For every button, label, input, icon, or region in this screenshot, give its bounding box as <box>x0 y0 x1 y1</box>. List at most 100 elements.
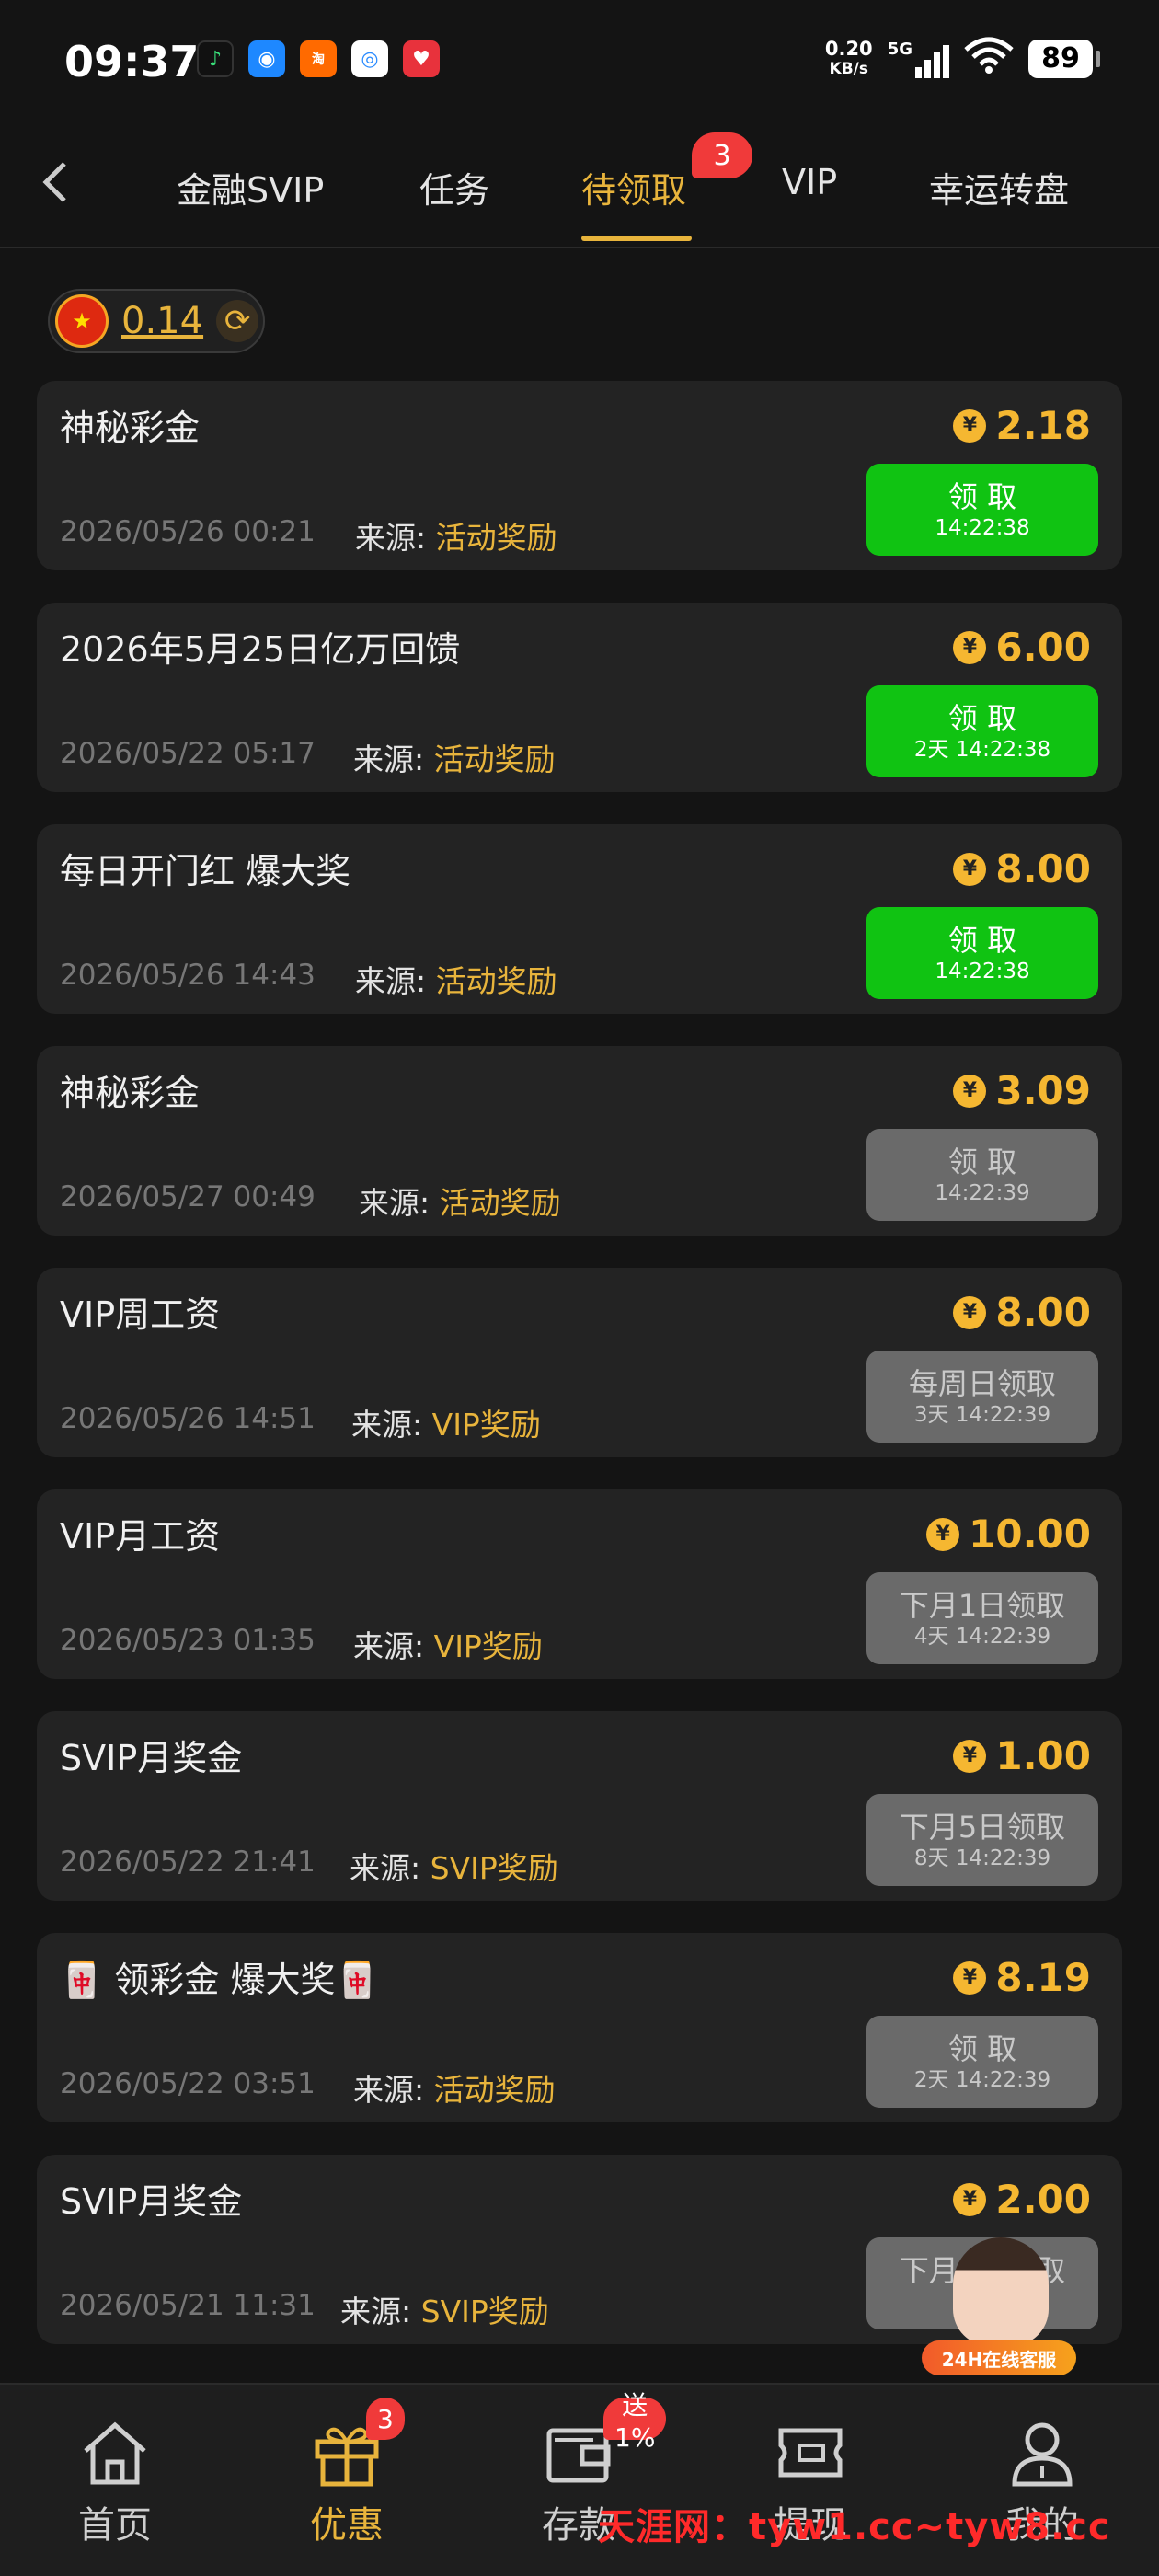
tab-pending-claim[interactable]: 待领取 <box>581 162 686 213</box>
claim-countdown: 14:22:39 <box>935 1181 1030 1205</box>
balance-value[interactable]: 0.14 <box>121 300 203 342</box>
tab-vip[interactable]: VIP <box>782 162 837 202</box>
claim-countdown: 4天 14:22:39 <box>913 1625 1051 1649</box>
reward-amount: ¥8.00 <box>953 1290 1091 1335</box>
claim-button-disabled[interactable]: 领 取 14:22:39 <box>866 1129 1098 1221</box>
amount-value: 3.09 <box>995 1068 1091 1113</box>
reward-amount: ¥8.00 <box>953 846 1091 891</box>
reward-card: 每日开门红 爆大奖 ¥8.00 2026/05/26 14:43 来源: 活动奖… <box>37 824 1122 1014</box>
claim-button-label: 领 取 <box>947 2031 1017 2066</box>
refresh-icon[interactable]: ⟳ <box>216 300 259 342</box>
yen-coin-icon: ¥ <box>926 1517 960 1551</box>
reward-amount: ¥3.09 <box>953 1068 1091 1113</box>
reward-title: 神秘彩金 <box>60 1073 201 1113</box>
reward-amount: ¥1.00 <box>953 1733 1091 1778</box>
net-speed: 0.20 KB/s <box>825 39 873 79</box>
net-speed-unit: KB/s <box>829 59 868 78</box>
wifi-icon <box>964 37 1014 80</box>
reward-list: 神秘彩金 ¥2.18 2026/05/26 00:21 来源: 活动奖励 领 取… <box>37 381 1122 2376</box>
claim-countdown: 2天 14:22:38 <box>913 738 1051 762</box>
source-value: SVIP奖励 <box>420 2294 549 2329</box>
reward-title: SVIP月奖金 <box>60 1738 243 1778</box>
source-label: 来源: <box>351 1407 423 1443</box>
source-label: 来源: <box>340 2294 412 2329</box>
reward-source: 来源: SVIP奖励 <box>350 1844 558 1888</box>
amount-value: 10.00 <box>969 1512 1091 1557</box>
browser-app-icon: ◉ <box>248 40 285 77</box>
yen-coin-icon: ¥ <box>953 1074 987 1108</box>
tab-lucky-wheel[interactable]: 幸运转盘 <box>929 162 1069 213</box>
signal-icon: 5G <box>888 40 949 78</box>
yen-coin-icon: ¥ <box>953 1739 987 1773</box>
yen-coin-icon: ¥ <box>953 852 987 886</box>
amount-value: 2.18 <box>995 403 1091 448</box>
reward-title: SVIP月奖金 <box>60 2181 243 2222</box>
nav-badge: 3 <box>366 2398 405 2440</box>
claim-button-label: 下月5日领取 <box>899 1810 1066 1845</box>
status-bar: 09:37 ♪ ◉ 淘 ◎ ♥ 0.20 KB/s 5G 89 <box>0 0 1159 129</box>
reward-source: 来源: 活动奖励 <box>359 1179 561 1223</box>
reward-amount: ¥8.19 <box>953 1955 1091 2000</box>
reward-title: 每日开门红 爆大奖 <box>60 851 351 891</box>
reward-date: 2026/05/26 14:43 <box>60 959 316 992</box>
reward-amount: ¥2.00 <box>953 2177 1091 2222</box>
claim-button-label: 领 取 <box>947 701 1017 736</box>
reward-source: 来源: 活动奖励 <box>355 957 557 1001</box>
nav-badge: 送1% <box>603 2390 667 2453</box>
bottom-nav: 首页 优惠 3 存款 送1% 提现 我的 天涯网：tyw1.cc~tyw8.cc <box>0 2383 1159 2576</box>
claim-button-label: 领 取 <box>947 479 1017 514</box>
amount-value: 8.00 <box>995 1290 1091 1335</box>
music-app-icon: ♪ <box>197 40 234 77</box>
yen-coin-icon: ¥ <box>953 1295 987 1329</box>
reward-card: SVIP月奖金 ¥1.00 2026/05/22 21:41 来源: SVIP奖… <box>37 1711 1122 1901</box>
nav-label: 首页 <box>78 2504 152 2547</box>
status-time: 09:37 <box>64 37 200 86</box>
claim-button-disabled[interactable]: 领 取 2天 14:22:39 <box>866 2016 1098 2108</box>
claim-button-label: 下月1日领取 <box>899 1588 1066 1623</box>
network-type: 5G <box>887 39 912 59</box>
source-label: 来源: <box>353 742 425 777</box>
amount-value: 8.19 <box>995 1955 1091 2000</box>
yen-coin-icon: ¥ <box>953 2182 987 2216</box>
claim-button-disabled[interactable]: 每周日领取 3天 14:22:39 <box>866 1351 1098 1443</box>
balance-pill: ★ 0.14 ⟳ <box>48 289 265 353</box>
source-value: 活动奖励 <box>433 2072 556 2108</box>
claim-button[interactable]: 领 取 14:22:38 <box>866 907 1098 999</box>
source-value: 活动奖励 <box>435 520 557 556</box>
reward-title: 2026年5月25日亿万回馈 <box>60 629 461 670</box>
claim-button[interactable]: 领 取 14:22:38 <box>866 464 1098 556</box>
reward-card: 🀄 领彩金 爆大奖🀄 ¥8.19 2026/05/22 03:51 来源: 活动… <box>37 1933 1122 2122</box>
reward-source: 来源: SVIP奖励 <box>340 2287 549 2331</box>
source-value: 活动奖励 <box>435 963 557 999</box>
tab-finance-svip[interactable]: 金融SVIP <box>177 162 324 213</box>
nav-label: 优惠 <box>310 2504 384 2547</box>
battery-indicator: 89 <box>1028 39 1100 78</box>
reward-date: 2026/05/27 00:49 <box>60 1180 316 1213</box>
customer-service-float[interactable]: 24H在线客服 <box>922 2237 1076 2385</box>
claim-button-disabled[interactable]: 下月1日领取 4天 14:22:39 <box>866 1572 1098 1664</box>
reward-amount: ¥10.00 <box>926 1512 1091 1557</box>
source-label: 来源: <box>355 520 427 556</box>
service-label: 24H在线客服 <box>922 2340 1076 2375</box>
nav-promotions[interactable]: 优惠 3 <box>278 2398 416 2548</box>
tab-badge: 3 <box>692 132 752 178</box>
reward-title: 神秘彩金 <box>60 408 201 448</box>
claim-button-disabled[interactable]: 下月5日领取 8天 14:22:39 <box>866 1794 1098 1886</box>
back-button[interactable] <box>37 155 92 219</box>
source-label: 来源: <box>355 963 427 999</box>
nav-home[interactable]: 首页 <box>46 2418 184 2548</box>
tab-active-indicator <box>581 236 692 241</box>
claim-button-label: 领 取 <box>947 1144 1017 1179</box>
reward-date: 2026/05/23 01:35 <box>60 1624 316 1657</box>
tab-bar: 金融SVIP 任务 待领取 3 VIP 幸运转盘 <box>0 129 1159 248</box>
amount-value: 8.00 <box>995 846 1091 891</box>
reward-title: VIP周工资 <box>60 1294 221 1335</box>
source-label: 来源: <box>353 1628 425 1664</box>
amount-value: 1.00 <box>995 1733 1091 1778</box>
source-value: VIP奖励 <box>433 1628 543 1664</box>
claim-button[interactable]: 领 取 2天 14:22:38 <box>866 685 1098 777</box>
tab-tasks[interactable]: 任务 <box>419 162 489 213</box>
health-app-icon: ♥ <box>403 40 440 77</box>
reward-card: VIP月工资 ¥10.00 2026/05/23 01:35 来源: VIP奖励… <box>37 1489 1122 1679</box>
reward-amount: ¥2.18 <box>953 403 1091 448</box>
